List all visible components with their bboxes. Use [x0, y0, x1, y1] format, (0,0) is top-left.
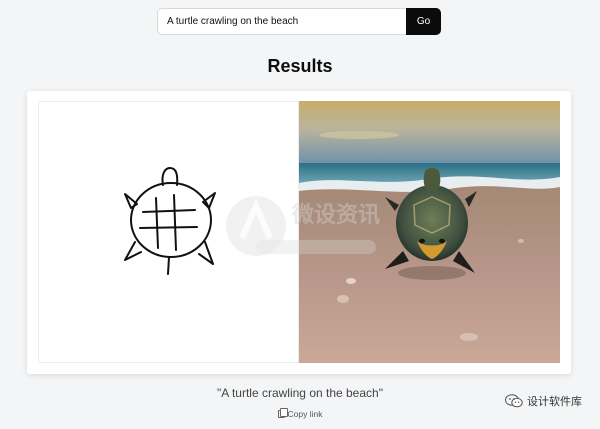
go-button[interactable]: Go: [406, 8, 441, 35]
results-title: Results: [267, 56, 333, 76]
brand-watermark: 设计软件库: [505, 393, 582, 409]
search-input[interactable]: [157, 8, 406, 35]
turtle-beach-photo-icon: [299, 101, 560, 363]
sketch-image: [38, 101, 299, 363]
search-bar: Go: [157, 8, 441, 35]
copy-icon: [277, 408, 288, 418]
result-card: [27, 91, 571, 374]
brand-label: 设计软件库: [527, 396, 582, 408]
copy-link-button[interactable]: Copy link: [0, 408, 600, 419]
turtle-sketch-icon: [124, 167, 216, 275]
copy-link-label: Copy link: [287, 409, 323, 419]
wechat-icon: [505, 394, 523, 408]
generated-photo: [299, 101, 560, 363]
